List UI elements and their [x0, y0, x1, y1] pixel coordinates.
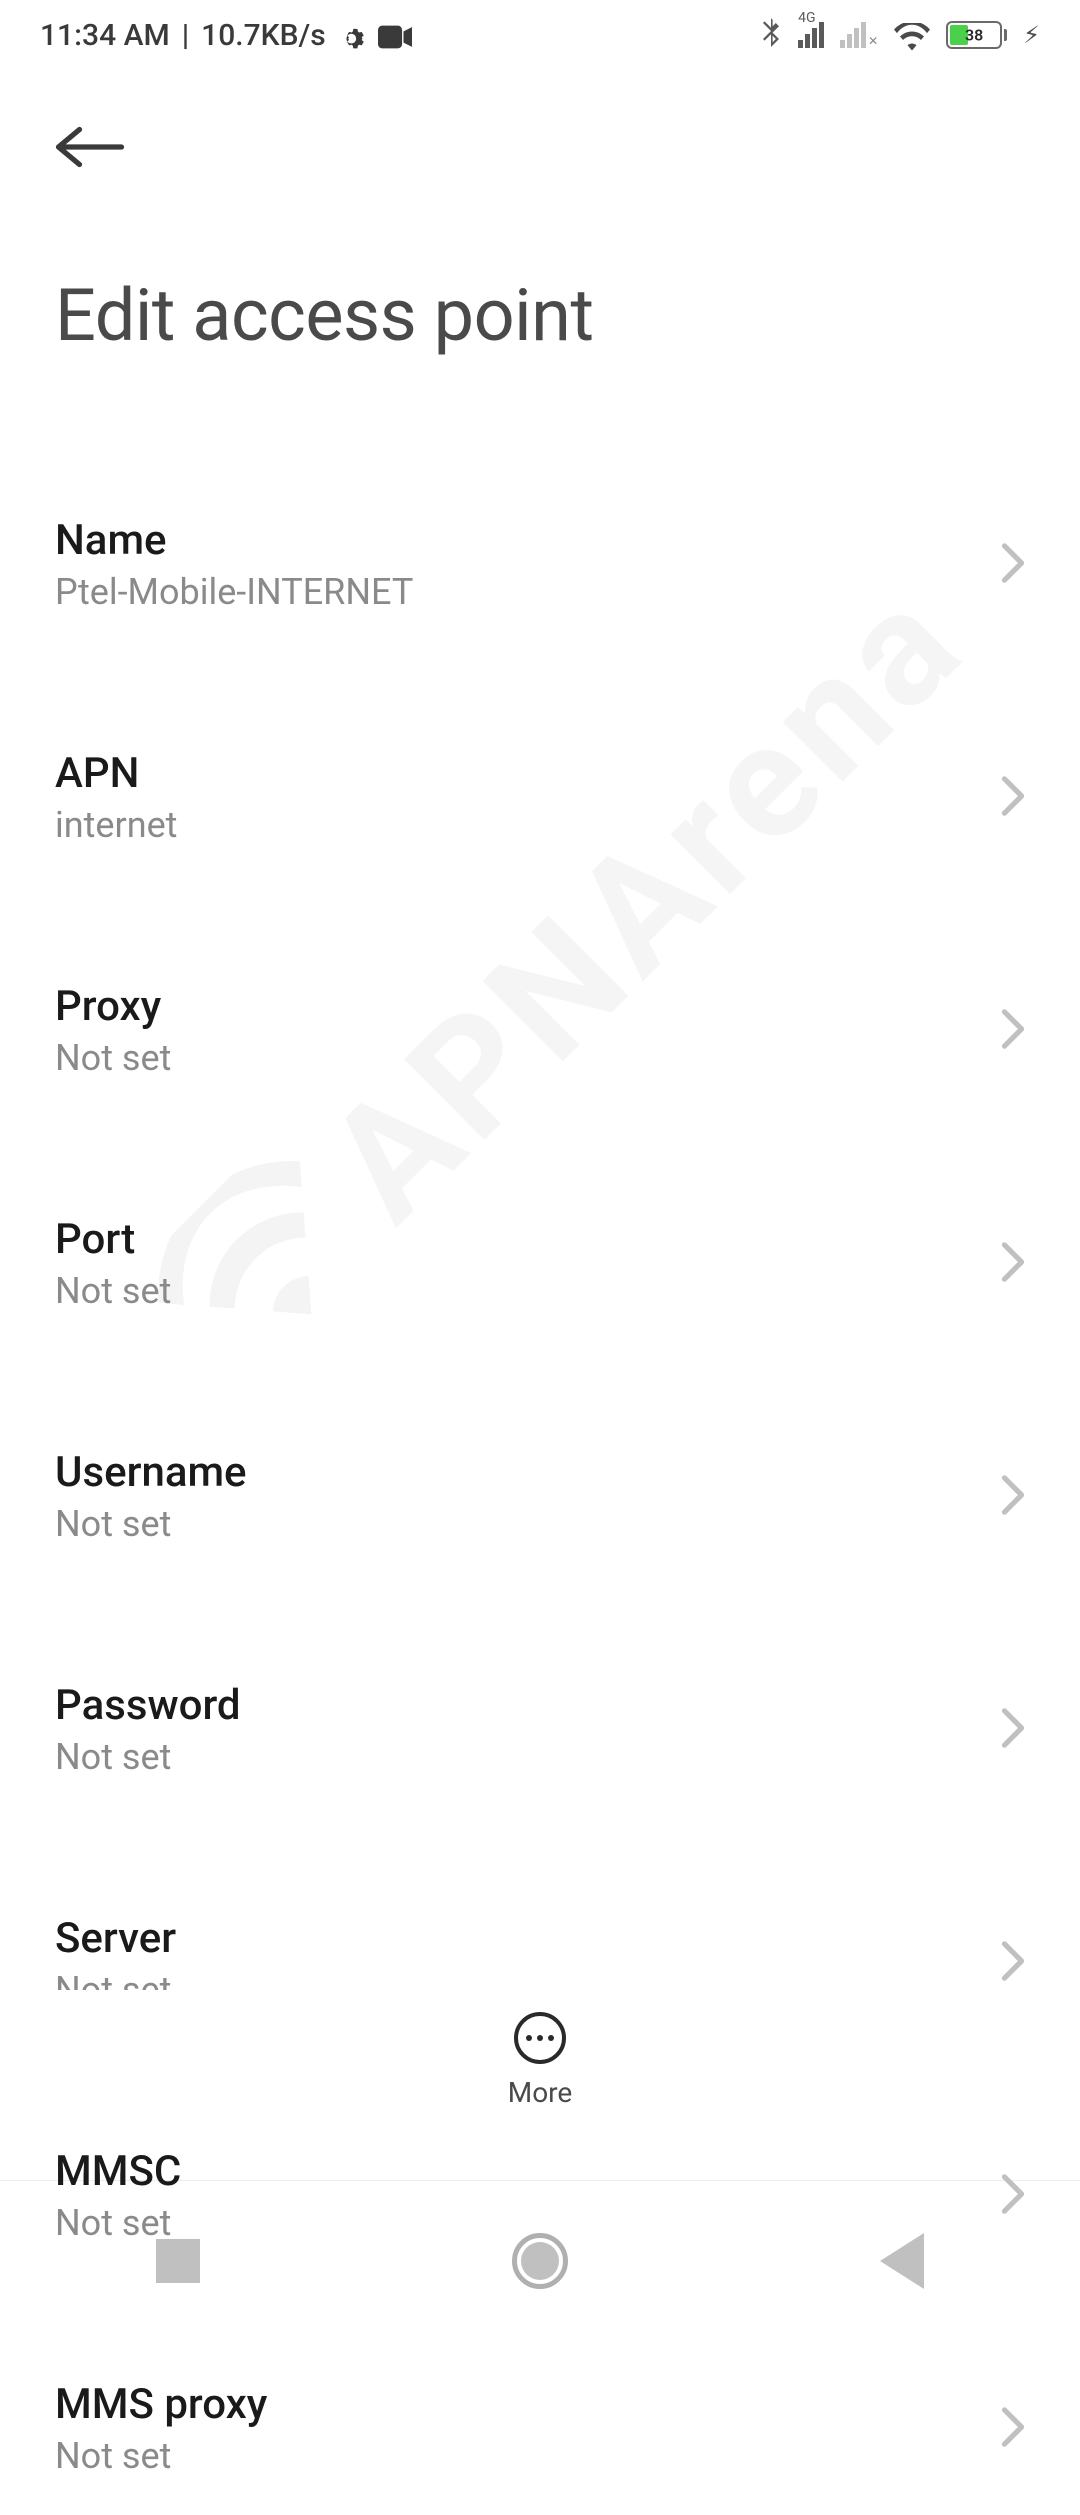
charging-icon: ⚡︎	[1023, 21, 1040, 49]
setting-proxy[interactable]: Proxy Not set	[55, 944, 1025, 1117]
setting-value: Not set	[55, 2435, 267, 2477]
camera-icon	[378, 18, 412, 53]
setting-apn[interactable]: APN internet	[55, 711, 1025, 884]
setting-value: Not set	[55, 1037, 171, 1079]
chevron-right-icon	[1001, 1007, 1025, 1055]
setting-value: Not set	[55, 2202, 181, 2244]
setting-value: Not set	[55, 1270, 171, 1312]
action-bar: More	[0, 1990, 1080, 2130]
status-transfer: 10.7KB/s	[201, 18, 326, 53]
more-icon	[514, 2012, 566, 2064]
chevron-right-icon	[1001, 2172, 1025, 2220]
chevron-right-icon	[1001, 1240, 1025, 1288]
signal-nosim-icon: ✕	[840, 22, 878, 48]
setting-mmsc[interactable]: MMSC Not set	[55, 2109, 1025, 2282]
setting-label: Password	[55, 1681, 241, 1730]
setting-username[interactable]: Username Not set	[55, 1410, 1025, 1583]
battery-icon: 38	[946, 21, 1007, 49]
page-title: Edit access point	[55, 273, 1025, 358]
back-button[interactable]	[55, 115, 125, 183]
wifi-icon	[894, 18, 930, 53]
status-time: 11:34 AM	[40, 18, 170, 53]
chevron-right-icon	[1001, 774, 1025, 822]
setting-value: Not set	[55, 1503, 247, 1545]
bluetooth-icon	[760, 15, 782, 55]
settings-list: APNArena Name Ptel-Mobile-INTERNET APN i…	[0, 378, 1080, 2515]
chevron-right-icon	[1001, 1939, 1025, 1987]
setting-port[interactable]: Port Not set	[55, 1177, 1025, 1350]
gear-icon	[338, 18, 366, 53]
signal-4g-icon: 4G	[798, 22, 824, 48]
setting-label: MMS proxy	[55, 2380, 267, 2429]
more-label: More	[508, 2076, 573, 2109]
setting-value: Not set	[55, 1736, 241, 1778]
header: Edit access point	[0, 70, 1080, 378]
setting-value: internet	[55, 804, 177, 846]
setting-label: Port	[55, 1215, 171, 1264]
chevron-right-icon	[1001, 2405, 1025, 2453]
setting-password[interactable]: Password Not set	[55, 1643, 1025, 1816]
chevron-right-icon	[1001, 1473, 1025, 1521]
setting-label: MMSC	[55, 2147, 181, 2196]
status-bar: 11:34 AM | 10.7KB/s 4G ✕	[0, 0, 1080, 70]
status-right: 4G ✕ 38 ⚡︎	[760, 15, 1040, 55]
status-left: 11:34 AM | 10.7KB/s	[40, 18, 412, 53]
more-button[interactable]: More	[508, 2012, 573, 2109]
setting-label: Server	[55, 1914, 176, 1963]
setting-label: Username	[55, 1448, 247, 1497]
setting-value: Ptel-Mobile-INTERNET	[55, 571, 413, 613]
setting-label: APN	[55, 749, 177, 798]
chevron-right-icon	[1001, 541, 1025, 589]
setting-label: Proxy	[55, 982, 171, 1031]
chevron-right-icon	[1001, 1706, 1025, 1754]
setting-label: Name	[55, 516, 413, 565]
setting-name[interactable]: Name Ptel-Mobile-INTERNET	[55, 478, 1025, 651]
setting-mms-proxy[interactable]: MMS proxy Not set	[55, 2342, 1025, 2515]
